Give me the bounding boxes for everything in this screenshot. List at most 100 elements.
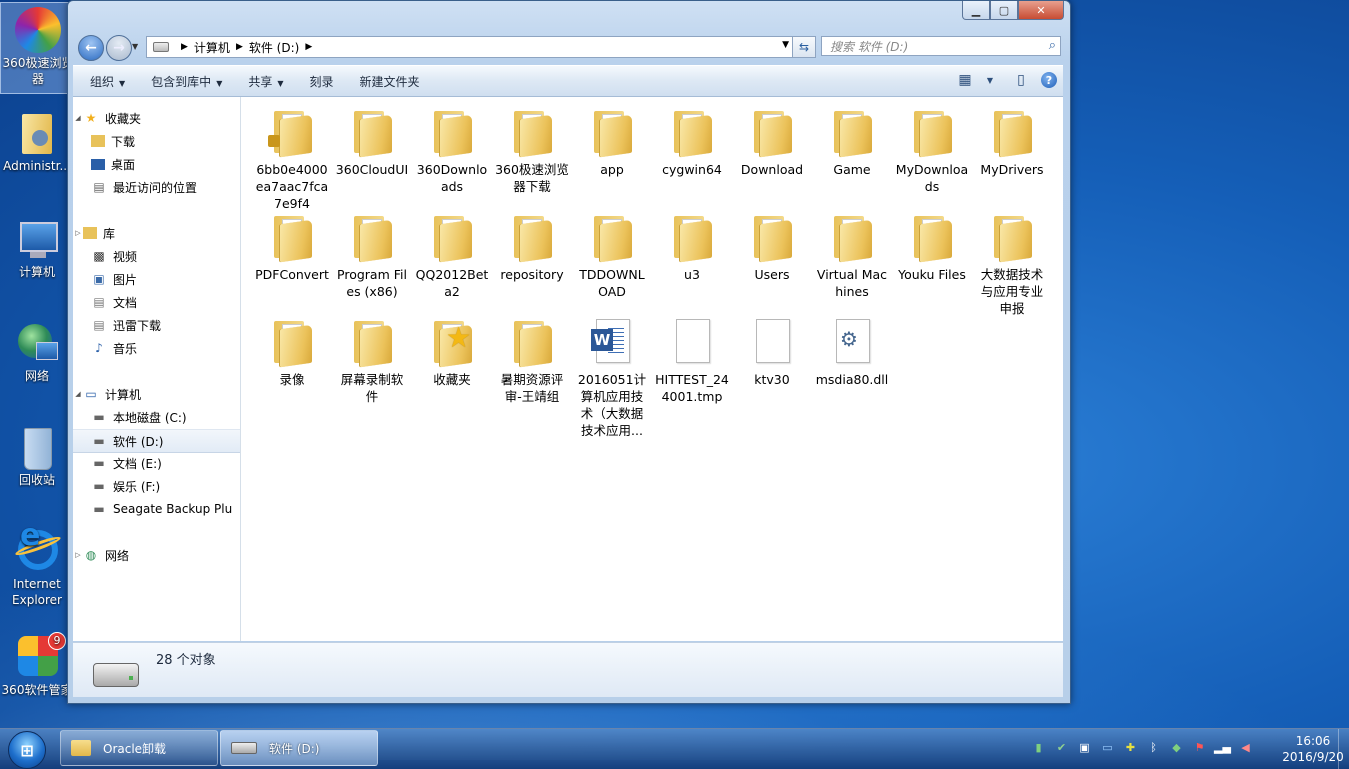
battery-icon[interactable]: ▮ bbox=[1030, 739, 1047, 756]
start-button[interactable]: ⊞ bbox=[8, 731, 46, 769]
wifi-signal-icon[interactable]: ▂▄ bbox=[1214, 739, 1231, 756]
close-button[interactable]: ✕ bbox=[1018, 1, 1064, 20]
desktop-icon-360-software-manager[interactable]: 9 360软件管家 bbox=[0, 630, 74, 698]
forward-button[interactable]: → bbox=[106, 35, 132, 61]
recent-pages-dropdown[interactable]: ▼ bbox=[132, 42, 138, 51]
file-item[interactable]: 360极速浏览器下载 bbox=[495, 97, 569, 195]
locked-folder-icon bbox=[268, 105, 316, 158]
file-item[interactable]: 暑期资源评审-王靖组 bbox=[495, 307, 569, 405]
chevron-down-icon[interactable]: ▼ bbox=[985, 70, 995, 90]
360-guard-icon[interactable]: ◆ bbox=[1168, 739, 1185, 756]
tree-item-seagate-backup[interactable]: ▬ Seagate Backup Plu bbox=[73, 498, 240, 520]
file-item[interactable]: 录像 bbox=[255, 307, 329, 388]
tree-item-pictures[interactable]: ▣ 图片 bbox=[73, 268, 240, 290]
file-item[interactable]: 大数据技术与应用专业申报 bbox=[975, 202, 1049, 317]
chevron-right-icon[interactable]: ▶ bbox=[305, 42, 312, 52]
volume-muted-icon[interactable]: ◀ bbox=[1237, 739, 1254, 756]
chevron-right-icon[interactable]: ▶ bbox=[181, 42, 188, 52]
taskbar-button-drive-d[interactable]: 软件 (D:) bbox=[220, 730, 378, 766]
search-input[interactable]: 搜索 软件 (D:) ⌕ bbox=[821, 36, 1061, 56]
file-item[interactable]: MyDownloads bbox=[895, 97, 969, 195]
file-item[interactable]: ktv30 bbox=[735, 307, 809, 388]
file-item[interactable]: 屏幕录制软件 bbox=[335, 307, 409, 405]
file-item[interactable]: Download bbox=[735, 97, 809, 178]
file-item[interactable]: ★ 收藏夹 bbox=[415, 307, 489, 388]
tree-item-videos[interactable]: ▩ 视频 bbox=[73, 245, 240, 267]
desktop-icon-internet-explorer[interactable]: e Internet Explorer bbox=[0, 521, 74, 608]
file-item[interactable]: app bbox=[575, 97, 649, 178]
address-dropdown-icon[interactable]: ▼ bbox=[782, 40, 789, 50]
desktop-icon-network[interactable]: 网络 bbox=[0, 316, 74, 384]
action-center-flag-icon[interactable]: ⚑ bbox=[1191, 739, 1208, 756]
network-device-icon[interactable]: ▣ bbox=[1076, 739, 1093, 756]
file-item[interactable]: ⚙ msdia80.dll bbox=[815, 307, 889, 388]
tree-item-drive-f[interactable]: ▬ 娱乐 (F:) bbox=[73, 475, 240, 497]
360-accelerator-icon[interactable]: ✚ bbox=[1122, 739, 1139, 756]
file-item[interactable]: MyDrivers bbox=[975, 97, 1049, 178]
tree-item-drive-d[interactable]: ▬ 软件 (D:) bbox=[73, 429, 240, 453]
file-item[interactable]: Program Files (x86) bbox=[335, 202, 409, 300]
display-icon[interactable]: ▭ bbox=[1099, 739, 1116, 756]
tree-computer[interactable]: ◢ ▭ 计算机 bbox=[73, 383, 240, 405]
tree-item-documents[interactable]: ▤ 文档 bbox=[73, 291, 240, 313]
file-item[interactable]: PDFConvert bbox=[255, 202, 329, 283]
breadcrumb-drive-d[interactable]: 软件 (D:) bbox=[249, 39, 299, 56]
file-item[interactable]: HITTEST_244001.tmp bbox=[655, 307, 729, 405]
object-count: 28 个对象 bbox=[156, 653, 216, 668]
expand-icon[interactable]: ◢ bbox=[73, 390, 83, 398]
file-item[interactable]: cygwin64 bbox=[655, 97, 729, 178]
search-icon[interactable]: ⌕ bbox=[1049, 38, 1056, 53]
file-item[interactable]: QQ2012Beta2 bbox=[415, 202, 489, 300]
file-item[interactable]: W 2016051计算机应用技术（大数据技术应用... bbox=[575, 307, 649, 439]
tree-item-downloads[interactable]: 下载 bbox=[73, 130, 240, 152]
desktop-icon-computer[interactable]: 计算机 bbox=[0, 212, 74, 280]
preview-pane-icon[interactable]: ▯ bbox=[1011, 70, 1031, 90]
security-shield-icon[interactable]: ✔ bbox=[1053, 739, 1070, 756]
desktop-icon-360-browser[interactable]: 360极速浏览器 bbox=[0, 2, 76, 94]
refresh-button[interactable]: ⇆ bbox=[792, 36, 816, 58]
chevron-right-icon[interactable]: ▶ bbox=[236, 42, 243, 52]
tree-item-desktop[interactable]: 桌面 bbox=[73, 153, 240, 175]
burn-button[interactable]: 刻录 bbox=[297, 73, 347, 90]
tree-item-music[interactable]: ♪ 音乐 bbox=[73, 337, 240, 359]
breadcrumb-computer[interactable]: 计算机 bbox=[194, 39, 230, 56]
desktop-icon-recycle-bin[interactable]: 回收站 bbox=[0, 420, 74, 488]
tree-item-drive-c[interactable]: ▬ 本地磁盘 (C:) bbox=[73, 406, 240, 428]
include-in-library-menu[interactable]: 包含到库中 ▼ bbox=[138, 73, 235, 90]
file-item[interactable]: TDDOWNLOAD bbox=[575, 202, 649, 300]
view-options-icon[interactable]: ▦ bbox=[955, 70, 975, 90]
tree-item-thunder-downloads[interactable]: ▤ 迅雷下载 bbox=[73, 314, 240, 336]
system-clock[interactable]: 16:06 2016/9/20 bbox=[1282, 733, 1344, 765]
blank-file-icon bbox=[748, 315, 796, 367]
taskbar-button-oracle-uninstall[interactable]: Oracle卸载 bbox=[60, 730, 218, 766]
maximize-button[interactable]: ▢ bbox=[990, 1, 1018, 20]
tree-item-drive-e[interactable]: ▬ 文档 (E:) bbox=[73, 452, 240, 474]
back-button[interactable]: ← bbox=[78, 35, 104, 61]
desktop-icon-administrator[interactable]: Administr... bbox=[0, 106, 74, 174]
new-folder-button[interactable]: 新建文件夹 bbox=[347, 73, 433, 90]
organize-menu[interactable]: 组织 ▼ bbox=[77, 73, 138, 90]
bluetooth-icon[interactable]: ᛒ bbox=[1145, 739, 1162, 756]
file-item[interactable]: Youku Files bbox=[895, 202, 969, 283]
file-item[interactable]: Game bbox=[815, 97, 889, 178]
tree-network[interactable]: ▷ ◍ 网络 bbox=[73, 544, 240, 566]
address-bar[interactable]: ▶ 计算机 ▶ 软件 (D:) ▶ ▼ bbox=[146, 36, 794, 58]
file-item[interactable]: 360CloudUI bbox=[335, 97, 409, 178]
help-icon[interactable]: ? bbox=[1041, 72, 1057, 88]
file-item[interactable]: Virtual Machines bbox=[815, 202, 889, 300]
tree-libraries[interactable]: ▷ 库 bbox=[73, 222, 240, 244]
tree-favorites[interactable]: ◢ ★ 收藏夹 bbox=[73, 107, 240, 129]
file-item[interactable]: 360Downloads bbox=[415, 97, 489, 195]
minimize-button[interactable]: ▁ bbox=[962, 1, 990, 20]
file-item[interactable]: Users bbox=[735, 202, 809, 283]
expand-icon[interactable]: ◢ bbox=[73, 114, 83, 122]
expand-icon[interactable]: ▷ bbox=[73, 551, 83, 559]
file-item[interactable]: u3 bbox=[655, 202, 729, 283]
show-desktop-button[interactable] bbox=[1338, 729, 1349, 769]
expand-icon[interactable]: ▷ bbox=[73, 229, 83, 237]
tree-item-recent-places[interactable]: ▤ 最近访问的位置 bbox=[73, 176, 240, 198]
file-item[interactable]: 6bb0e4000ea7aac7fca7e9f4 bbox=[255, 97, 329, 212]
file-item[interactable]: repository bbox=[495, 202, 569, 283]
desktop-icon-label: Administr... bbox=[3, 159, 71, 173]
share-menu[interactable]: 共享 ▼ bbox=[235, 73, 296, 90]
